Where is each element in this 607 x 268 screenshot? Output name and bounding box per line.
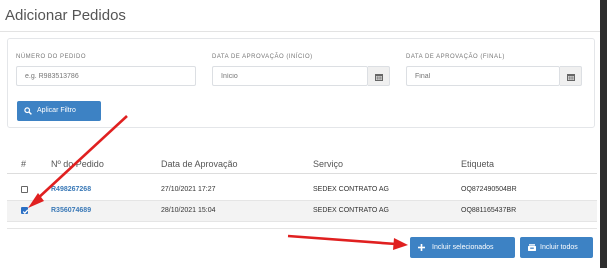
annotation-arrow-to-include-selected bbox=[287, 234, 397, 246]
tracking-code: OQ881165437BR bbox=[461, 207, 517, 214]
table-row[interactable]: R356074689 28/10/2021 15:04 SEDEX CONTRA… bbox=[7, 201, 597, 222]
include-selected-button[interactable]: Incluir selecionados bbox=[410, 237, 515, 258]
annotation-arrowhead bbox=[393, 238, 408, 250]
include-selected-label: Incluir selecionados bbox=[432, 244, 494, 251]
date-end-label: DATA DE APROVAÇÃO (FINAL) bbox=[406, 54, 505, 60]
calendar-icon bbox=[375, 74, 383, 81]
column-header-select: # bbox=[21, 159, 27, 169]
filter-panel: NÚMERO DO PEDIDO DATA DE APROVAÇÃO (INÍC… bbox=[7, 38, 595, 128]
plus-icon bbox=[418, 244, 425, 251]
tracking-code: OQ872490504BR bbox=[461, 186, 517, 193]
order-number-label: NÚMERO DO PEDIDO bbox=[16, 54, 87, 60]
title-divider bbox=[0, 31, 600, 32]
apply-filter-button[interactable]: Aplicar Filtro bbox=[17, 101, 101, 121]
row-checkbox[interactable] bbox=[21, 186, 28, 193]
date-start-calendar-button[interactable] bbox=[368, 66, 390, 86]
date-start-input[interactable] bbox=[212, 66, 368, 86]
date-start-label: DATA DE APROVAÇÃO (INÍCIO) bbox=[212, 54, 313, 60]
service-name: SEDEX CONTRATO AG bbox=[313, 186, 389, 193]
apply-filter-label: Aplicar Filtro bbox=[37, 107, 76, 114]
include-all-button[interactable]: Incluir todos bbox=[520, 237, 593, 258]
footer-divider bbox=[7, 228, 597, 229]
approval-date: 27/10/2021 17:27 bbox=[161, 186, 216, 193]
service-name: SEDEX CONTRATO AG bbox=[313, 207, 389, 214]
table-row[interactable]: R498267268 27/10/2021 17:27 SEDEX CONTRA… bbox=[7, 180, 597, 201]
check-icon bbox=[22, 209, 29, 215]
calendar-icon bbox=[567, 74, 575, 81]
column-header-order: Nº do Pedido bbox=[51, 159, 104, 169]
inbox-icon bbox=[528, 244, 536, 251]
include-all-label: Incluir todos bbox=[540, 244, 578, 251]
modal-title: Adicionar Pedidos bbox=[5, 7, 126, 24]
column-header-date: Data de Aprovação bbox=[161, 159, 238, 169]
order-number-input[interactable] bbox=[16, 66, 196, 86]
column-header-tracking: Etiqueta bbox=[461, 159, 495, 169]
search-icon bbox=[24, 107, 32, 115]
order-number-link[interactable]: R498267268 bbox=[51, 186, 91, 193]
window-edge bbox=[600, 0, 607, 268]
date-end-input[interactable] bbox=[406, 66, 560, 86]
date-end-calendar-button[interactable] bbox=[560, 66, 582, 86]
table-header: # Nº do Pedido Data de Aprovação Serviço… bbox=[7, 144, 597, 174]
order-number-link[interactable]: R356074689 bbox=[51, 207, 91, 214]
orders-table: # Nº do Pedido Data de Aprovação Serviço… bbox=[7, 144, 597, 226]
row-checkbox[interactable] bbox=[21, 207, 29, 215]
column-header-service: Serviço bbox=[313, 159, 344, 169]
approval-date: 28/10/2021 15:04 bbox=[161, 207, 216, 214]
